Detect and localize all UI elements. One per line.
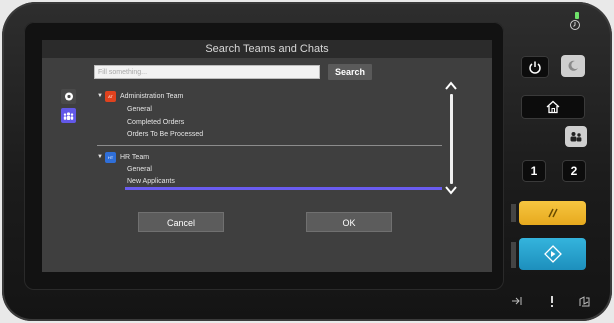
- team-row-administration[interactable]: ▼ AT Administration Team: [97, 90, 183, 102]
- moon-icon: [568, 60, 578, 71]
- search-button[interactable]: Search: [328, 64, 372, 80]
- start-icon: [543, 245, 562, 263]
- home-button[interactable]: [521, 95, 585, 119]
- channel-item[interactable]: General: [127, 104, 152, 115]
- team-avatar: HT: [105, 151, 116, 163]
- status-led: [575, 12, 579, 19]
- chevron-down-icon[interactable]: ▼: [97, 93, 103, 99]
- dialog-title: Search Teams and Chats: [42, 40, 492, 58]
- team-name: Administration Team: [120, 92, 184, 100]
- number-key-2[interactable]: 2: [562, 160, 586, 182]
- search-input[interactable]: Fill something...: [94, 65, 320, 79]
- ok-button[interactable]: OK: [306, 212, 392, 232]
- channel-item[interactable]: Orders To Be Processed: [127, 129, 203, 140]
- user-login-button[interactable]: [565, 126, 587, 147]
- warning-icon: [551, 296, 553, 307]
- selection-highlight: [125, 187, 442, 190]
- chat-icon: [64, 92, 73, 100]
- indicator-strip: [511, 242, 516, 268]
- channel-item-selected[interactable]: New Applicants: [127, 176, 175, 187]
- channel-item[interactable]: General: [127, 164, 152, 175]
- data-indicator-icon: [512, 297, 522, 305]
- team-name: HR Team: [120, 153, 150, 161]
- scrollbar[interactable]: [450, 94, 453, 184]
- channel-item[interactable]: Completed Orders: [127, 117, 184, 128]
- power-button[interactable]: [521, 56, 549, 78]
- chevron-up-icon[interactable]: [444, 80, 458, 92]
- chevron-down-icon[interactable]: ▼: [97, 154, 103, 160]
- home-icon: [546, 100, 560, 114]
- chevron-down-icon[interactable]: [444, 184, 458, 196]
- interrupt-icon: [547, 208, 558, 218]
- divider: [97, 145, 442, 146]
- team-row-hr[interactable]: ▼ HT HR Team: [97, 151, 149, 163]
- nfc-icon: [579, 296, 590, 307]
- chats-filter-button[interactable]: [61, 89, 76, 104]
- team-icon: [63, 111, 74, 120]
- indicator-strip: [511, 204, 516, 222]
- start-button[interactable]: [519, 238, 586, 270]
- team-avatar: AT: [105, 90, 116, 102]
- cancel-button[interactable]: Cancel: [138, 212, 224, 232]
- interrupt-button[interactable]: [519, 201, 586, 225]
- users-icon: [570, 131, 582, 141]
- energy-saver-icon: [570, 20, 580, 30]
- number-key-1[interactable]: 1: [522, 160, 546, 182]
- teams-filter-button[interactable]: [61, 108, 76, 123]
- touch-screen: Search Teams and Chats Fill something...…: [42, 40, 492, 272]
- power-icon: [529, 61, 541, 74]
- sleep-button[interactable]: [561, 55, 585, 77]
